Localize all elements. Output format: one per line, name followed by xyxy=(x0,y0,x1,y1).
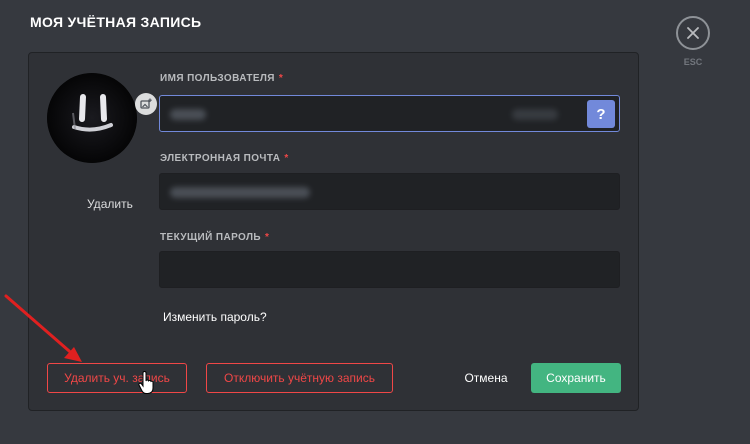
account-card: Удалить ИМЯ ПОЛЬЗОВАТЕЛЯ * ? ЭЛЕКТРОННАЯ … xyxy=(28,52,639,411)
password-field[interactable] xyxy=(159,251,620,288)
email-label-text: ЭЛЕКТРОННАЯ ПОЧТА xyxy=(160,153,281,164)
cancel-button[interactable]: Отмена xyxy=(453,363,519,393)
hand-cursor-icon xyxy=(138,371,154,394)
avatar[interactable] xyxy=(47,73,137,163)
password-label: ТЕКУЩИЙ ПАРОЛЬ * xyxy=(160,232,269,243)
required-mark: * xyxy=(284,153,289,164)
avatar-delete-link[interactable]: Удалить xyxy=(87,197,133,211)
page-title: МОЯ УЧЁТНАЯ ЗАПИСЬ xyxy=(30,14,202,30)
redacted-email xyxy=(170,187,310,198)
disable-account-button[interactable]: Отключить учётную запись xyxy=(206,363,393,393)
redacted-discriminator xyxy=(512,109,558,120)
username-label-text: ИМЯ ПОЛЬЗОВАТЕЛЯ xyxy=(160,73,275,84)
avatar-section: Удалить xyxy=(47,73,157,211)
esc-label: ESC xyxy=(683,57,703,67)
help-button[interactable]: ? xyxy=(587,100,615,128)
change-password-link[interactable]: Изменить пароль? xyxy=(163,310,267,324)
close-icon[interactable] xyxy=(676,16,710,50)
username-label: ИМЯ ПОЛЬЗОВАТЕЛЯ * xyxy=(160,73,283,84)
close-button[interactable]: ESC xyxy=(676,16,710,67)
required-mark: * xyxy=(278,73,284,84)
delete-account-button[interactable]: Удалить уч. запись xyxy=(47,363,187,393)
redacted-value xyxy=(170,109,206,120)
save-button[interactable]: Сохранить xyxy=(531,363,621,393)
add-image-icon[interactable] xyxy=(135,93,157,115)
username-input[interactable]: ? xyxy=(159,95,620,132)
password-label-text: ТЕКУЩИЙ ПАРОЛЬ xyxy=(160,232,261,243)
required-mark: * xyxy=(264,232,270,243)
email-label: ЭЛЕКТРОННАЯ ПОЧТА * xyxy=(160,153,289,164)
email-field[interactable] xyxy=(159,173,620,210)
